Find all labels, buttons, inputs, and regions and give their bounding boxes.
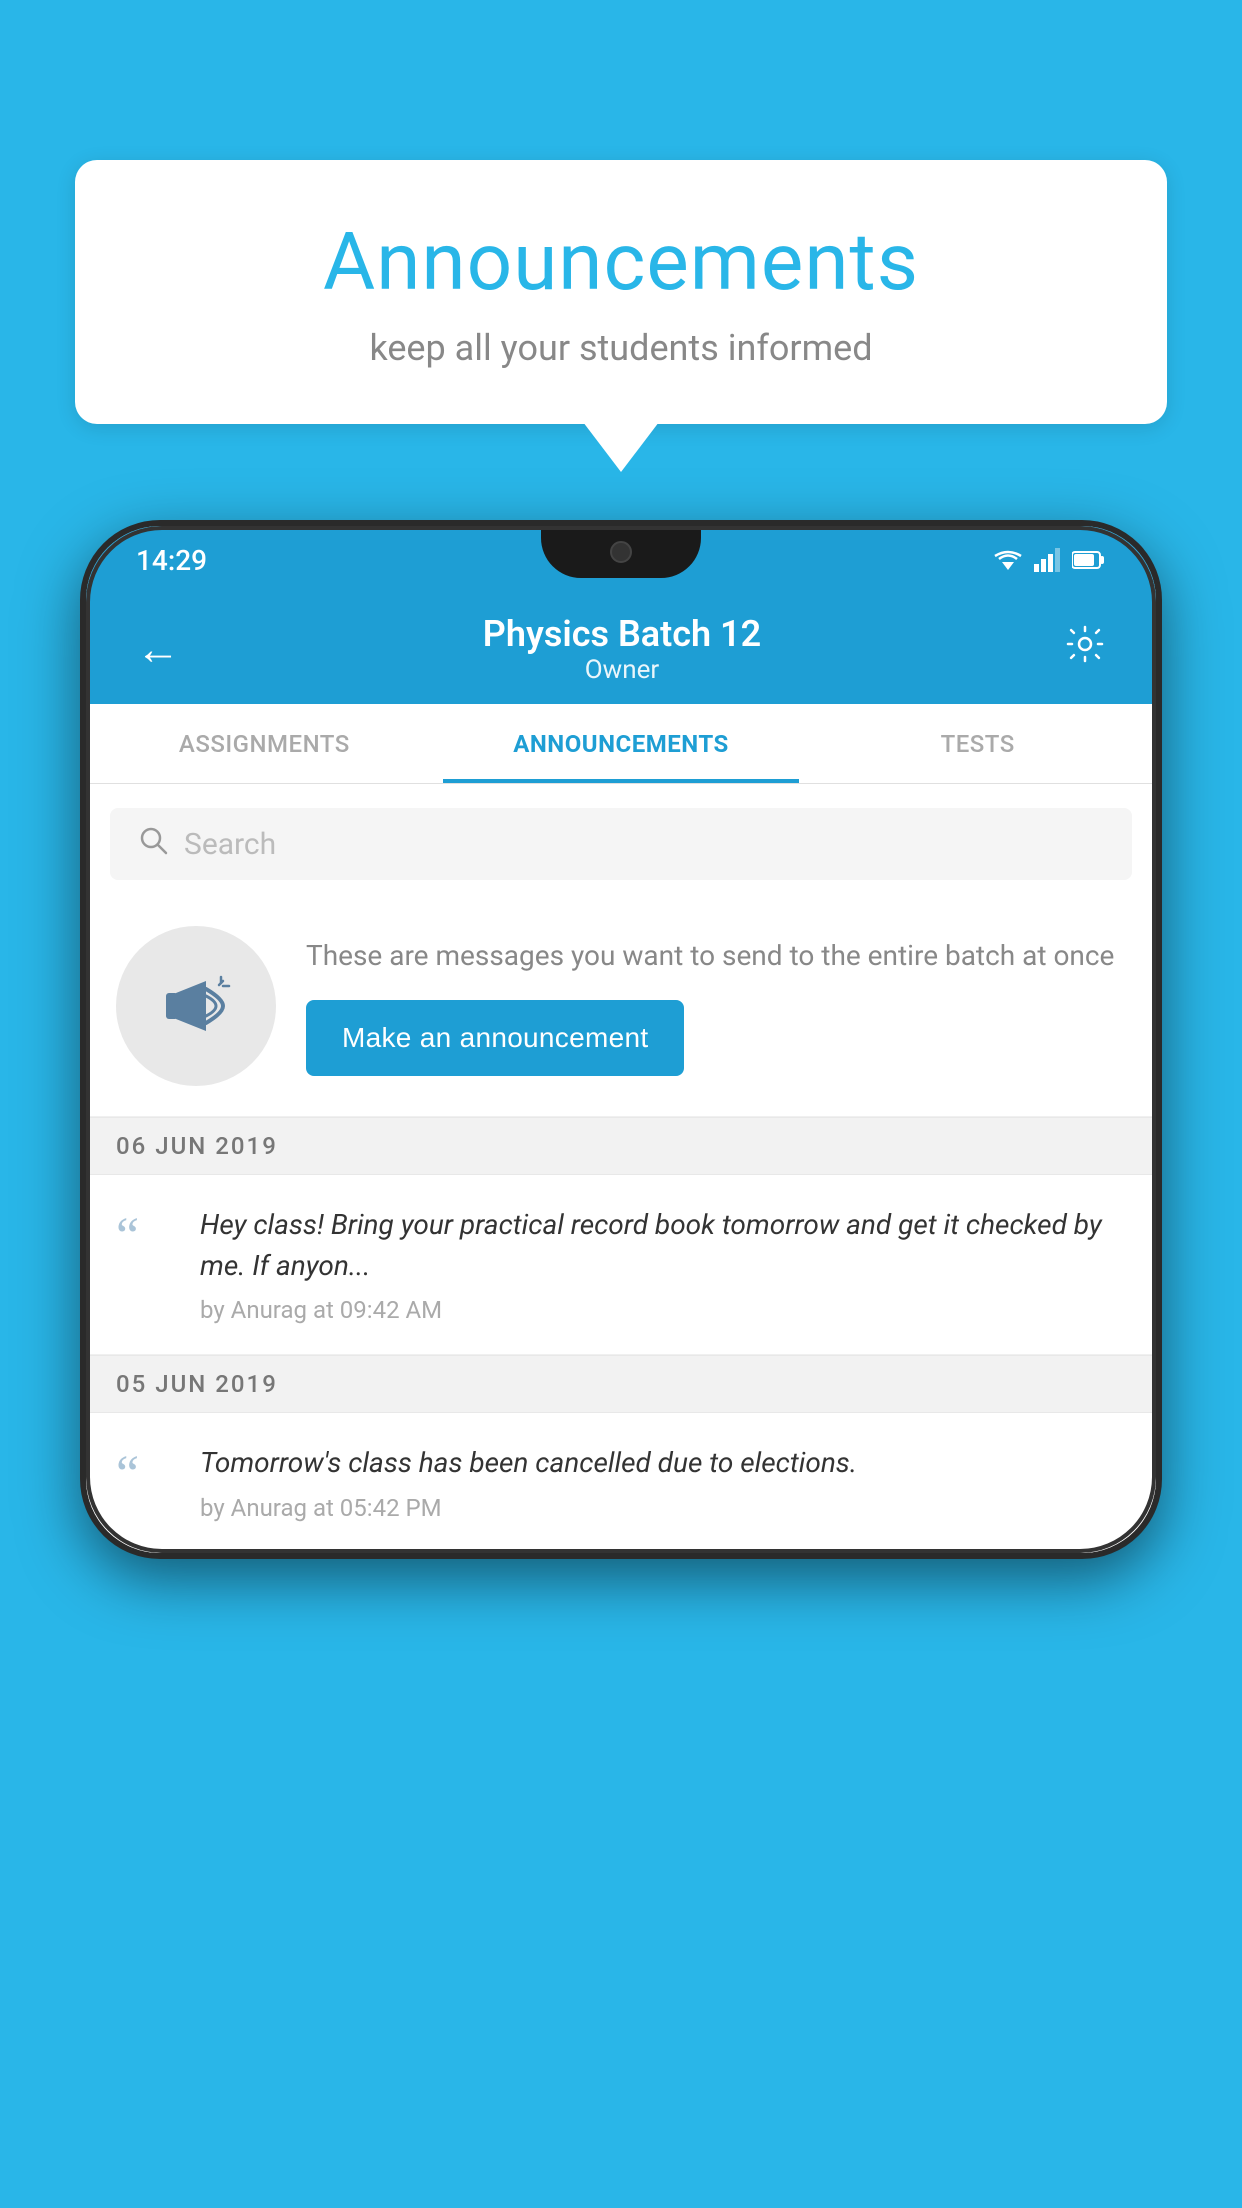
phone-mockup: 14:29 [80, 520, 1162, 1559]
status-bar: 14:29 [86, 526, 1156, 594]
make-announcement-button[interactable]: Make an announcement [306, 1000, 684, 1076]
tab-tests[interactable]: TESTS [799, 704, 1156, 783]
search-placeholder: Search [184, 827, 276, 862]
speech-bubble-container: Announcements keep all your students inf… [75, 160, 1167, 424]
vol-up-button [80, 806, 86, 876]
date-separator-2: 05 JUN 2019 [86, 1355, 1156, 1413]
quote-icon-1: “ [116, 1205, 176, 1324]
app-bar-title: Physics Batch 12 [190, 613, 1054, 655]
tab-assignments[interactable]: ASSIGNMENTS [86, 704, 443, 783]
gear-icon [1064, 623, 1106, 665]
promo-block: These are messages you want to send to t… [86, 896, 1156, 1117]
search-bar[interactable]: Search [110, 808, 1132, 880]
app-bar-subtitle: Owner [190, 655, 1054, 685]
speech-bubble: Announcements keep all your students inf… [75, 160, 1167, 424]
camera-dot [610, 541, 632, 563]
speech-bubble-title: Announcements [135, 215, 1107, 309]
announcement-meta-2: by Anurag at 05:42 PM [200, 1494, 1126, 1522]
app-bar-title-group: Physics Batch 12 Owner [190, 613, 1054, 685]
tab-announcements[interactable]: ANNOUNCEMENTS [443, 704, 800, 783]
promo-right: These are messages you want to send to t… [306, 936, 1126, 1075]
announcement-item-2[interactable]: “ Tomorrow's class has been cancelled du… [86, 1413, 1156, 1553]
speech-bubble-subtitle: keep all your students informed [135, 327, 1107, 369]
app-bar: ← Physics Batch 12 Owner [86, 594, 1156, 704]
signal-icon [1034, 548, 1062, 572]
vol-down-button [80, 894, 86, 964]
tabs-bar: ASSIGNMENTS ANNOUNCEMENTS TESTS [86, 704, 1156, 784]
wifi-icon [992, 548, 1024, 572]
status-icons [992, 548, 1106, 572]
settings-button[interactable] [1054, 613, 1116, 685]
announcement-item-1[interactable]: “ Hey class! Bring your practical record… [86, 1175, 1156, 1355]
announcement-content-1: Hey class! Bring your practical record b… [200, 1205, 1126, 1324]
notch [541, 526, 701, 578]
status-time: 14:29 [136, 544, 207, 577]
back-button[interactable]: ← [126, 613, 190, 685]
volume-buttons [80, 806, 86, 964]
promo-icon-circle [116, 926, 276, 1086]
announcement-meta-1: by Anurag at 09:42 AM [200, 1296, 1126, 1324]
power-button [1156, 876, 1162, 976]
search-icon [138, 825, 168, 863]
phone-screen: 14:29 [86, 526, 1156, 1553]
megaphone-icon [151, 961, 241, 1051]
announcement-text-2: Tomorrow's class has been cancelled due … [200, 1443, 1126, 1484]
phone-body: 14:29 [80, 520, 1162, 1559]
date-separator-1: 06 JUN 2019 [86, 1117, 1156, 1175]
battery-icon [1072, 550, 1106, 570]
promo-description: These are messages you want to send to t… [306, 936, 1126, 975]
announcement-text-1: Hey class! Bring your practical record b… [200, 1205, 1126, 1286]
announcement-content-2: Tomorrow's class has been cancelled due … [200, 1443, 1126, 1522]
quote-icon-2: “ [116, 1443, 176, 1522]
